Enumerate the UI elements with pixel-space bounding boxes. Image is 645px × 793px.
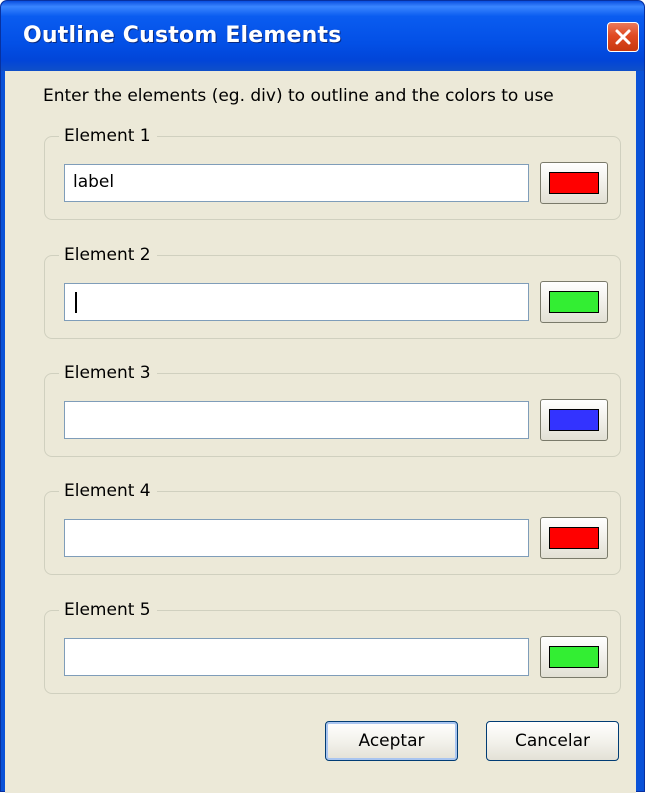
dialog-body: Enter the elements (eg. div) to outline …: [5, 71, 636, 793]
element-2-label: Element 2: [59, 244, 157, 266]
element-4-input[interactable]: [64, 519, 529, 557]
element-4-color-button[interactable]: [540, 517, 608, 559]
element-5-input[interactable]: [64, 638, 529, 676]
element-4-group: Element 4: [44, 480, 621, 575]
element-1-color-button[interactable]: [540, 162, 608, 204]
element-3-group: Element 3: [44, 362, 621, 457]
element-4-label: Element 4: [59, 480, 157, 502]
window-title: Outline Custom Elements: [23, 23, 342, 48]
element-3-color-button[interactable]: [540, 399, 608, 441]
color-swatch: [549, 646, 599, 668]
element-5-color-button[interactable]: [540, 636, 608, 678]
element-2-color-button[interactable]: [540, 281, 608, 323]
close-button[interactable]: [607, 22, 639, 52]
close-icon: [614, 28, 632, 46]
element-1-input[interactable]: label: [64, 164, 529, 202]
color-swatch: [549, 291, 599, 313]
dialog-window: Outline Custom Elements Enter the elemen…: [0, 0, 645, 793]
accept-button[interactable]: Aceptar: [325, 721, 458, 761]
text-cursor: [75, 292, 77, 313]
element-2-input[interactable]: [64, 283, 529, 321]
color-swatch: [549, 409, 599, 431]
element-2-group: Element 2: [44, 244, 621, 339]
instructions-text: Enter the elements (eg. div) to outline …: [43, 86, 554, 106]
element-3-label: Element 3: [59, 362, 157, 384]
color-swatch: [549, 527, 599, 549]
element-5-label: Element 5: [59, 599, 157, 621]
color-swatch: [549, 172, 599, 194]
element-3-input[interactable]: [64, 401, 529, 439]
element-1-group: Element 1 label: [44, 125, 621, 220]
element-1-label: Element 1: [59, 125, 157, 147]
element-5-group: Element 5: [44, 599, 621, 694]
title-bar[interactable]: Outline Custom Elements: [1, 1, 644, 71]
cancel-button[interactable]: Cancelar: [486, 721, 619, 761]
